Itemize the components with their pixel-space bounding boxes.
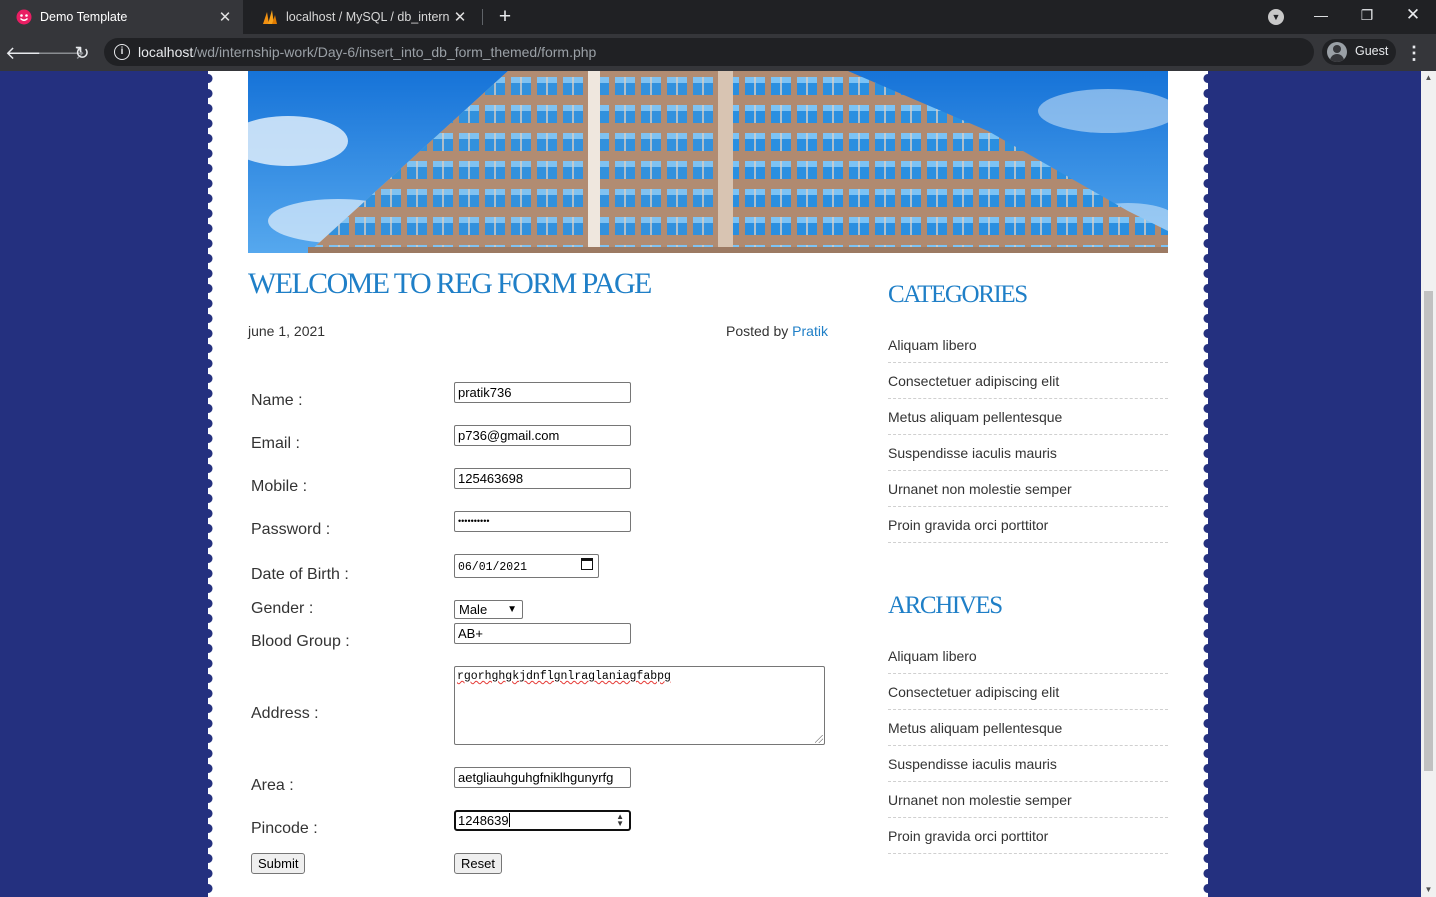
category-link[interactable]: Proin gravida orci porttitor xyxy=(888,508,1168,543)
page-scrollbar[interactable]: ▲ ▼ xyxy=(1421,71,1436,897)
chevron-down-icon: ▼ xyxy=(507,604,517,615)
author-link[interactable]: Pratik xyxy=(792,323,828,339)
category-link[interactable]: Consectetuer adipiscing elit xyxy=(888,364,1168,399)
content-paper: WELCOME TO REG FORM PAGE june 1, 2021 Po… xyxy=(202,71,1214,897)
avatar-icon xyxy=(1327,42,1347,62)
password-input[interactable]: •••••••••• xyxy=(454,511,631,532)
scroll-up-arrow-icon[interactable]: ▲ xyxy=(1421,71,1436,85)
forward-arrow-icon[interactable]: 🡒 xyxy=(37,40,85,66)
dob-label: Date of Birth : xyxy=(251,566,349,583)
archive-link[interactable]: Aliquam libero xyxy=(888,639,1168,674)
pincode-input[interactable]: 1248639 ▲ ▼ xyxy=(454,810,631,831)
name-label: Name : xyxy=(251,392,303,409)
archives-list: Aliquam libero Consectetuer adipiscing e… xyxy=(888,639,1168,855)
pincode-value: 1248639 xyxy=(458,813,509,828)
dob-date-input[interactable]: 06/01/2021 xyxy=(454,554,599,578)
back-arrow-icon[interactable]: 🡐 xyxy=(5,40,53,66)
address-bar[interactable]: i localhost/wd/internship-work/Day-6/ins… xyxy=(104,38,1314,66)
reload-icon[interactable]: ↻ xyxy=(69,40,95,66)
mobile-label: Mobile : xyxy=(251,478,308,495)
new-tab-plus-icon[interactable]: + xyxy=(493,5,517,29)
category-link[interactable]: Urnanet non molestie semper xyxy=(888,472,1168,507)
address-value: rgorhghgkjdnflgnlraglaniagfabpg xyxy=(457,670,671,683)
url-path: /wd/internship-work/Day-6/insert_into_db… xyxy=(193,44,597,60)
post-date: june 1, 2021 xyxy=(248,323,326,339)
calendar-icon[interactable] xyxy=(581,558,593,570)
password-label: Password : xyxy=(251,521,331,538)
tab-demo-template[interactable]: Demo Template ✕ xyxy=(0,0,243,34)
text-caret xyxy=(508,813,510,827)
archive-link[interactable]: Consectetuer adipiscing elit xyxy=(888,675,1168,710)
close-tab-icon[interactable]: ✕ xyxy=(215,8,235,26)
email-label: Email : xyxy=(251,435,300,452)
tab-title: localhost / MySQL / db_internship xyxy=(286,10,450,24)
archive-link[interactable]: Metus aliquam pellentesque xyxy=(888,711,1168,746)
minimize-window-icon[interactable]: — xyxy=(1298,0,1344,30)
address-textarea[interactable]: rgorhghgkjdnflgnlraglaniagfabpg xyxy=(454,666,825,745)
archive-link[interactable]: Suspendisse iaculis mauris xyxy=(888,747,1168,782)
archive-link[interactable]: Urnanet non molestie semper xyxy=(888,783,1168,818)
scrollbar-thumb[interactable] xyxy=(1424,291,1433,771)
blood-group-label: Blood Group : xyxy=(251,633,350,650)
resize-grip-icon[interactable] xyxy=(815,735,823,743)
url-text[interactable]: localhost/wd/internship-work/Day-6/inser… xyxy=(138,44,596,60)
address-label: Address : xyxy=(251,705,319,722)
dob-value: 06/01/2021 xyxy=(458,561,528,574)
posted-by-label: Posted by xyxy=(726,323,789,339)
browser-toolbar: 🡐 🡒 ↻ i localhost/wd/internship-work/Day… xyxy=(0,34,1436,71)
page-viewport: WELCOME TO REG FORM PAGE june 1, 2021 Po… xyxy=(0,71,1421,897)
category-link[interactable]: Suspendisse iaculis mauris xyxy=(888,436,1168,471)
restore-window-icon[interactable]: ❐ xyxy=(1344,0,1390,30)
page-title: WELCOME TO REG FORM PAGE xyxy=(248,267,652,300)
gender-label: Gender : xyxy=(251,600,314,617)
mobile-input[interactable]: 125463698 xyxy=(454,468,631,489)
email-input[interactable]: p736@gmail.com xyxy=(454,425,631,446)
gender-value: Male xyxy=(459,602,488,617)
post-author-line: Posted by Pratik xyxy=(726,323,828,339)
area-label: Area : xyxy=(251,777,294,794)
site-info-icon[interactable]: i xyxy=(114,44,130,60)
header-building-image xyxy=(248,71,1168,253)
blood-group-input[interactable]: AB+ xyxy=(454,623,631,644)
browser-tab-bar: Demo Template ✕ localhost / MySQL / db_i… xyxy=(0,0,1436,34)
tab-search-chevron-icon[interactable]: ▼ xyxy=(1268,9,1284,25)
site-favicon-icon xyxy=(16,9,32,25)
gender-select[interactable]: Male ▼ xyxy=(454,600,523,619)
profile-name: Guest xyxy=(1355,44,1389,58)
name-input[interactable]: pratik736 xyxy=(454,382,631,403)
reset-button[interactable]: Reset xyxy=(454,853,502,874)
number-spinner-icon[interactable]: ▲ ▼ xyxy=(616,813,624,828)
archives-heading: ARCHIVES xyxy=(888,592,1003,619)
more-menu-icon[interactable]: ⋮ xyxy=(1404,40,1424,66)
pincode-label: Pincode : xyxy=(251,820,318,837)
area-input[interactable]: aetgliauhguhgfniklhgunyrfg xyxy=(454,767,631,788)
phpmyadmin-favicon-icon xyxy=(263,10,277,24)
url-host: localhost xyxy=(138,44,194,60)
category-link[interactable]: Metus aliquam pellentesque xyxy=(888,400,1168,435)
tab-separator xyxy=(482,9,483,25)
archive-link[interactable]: Proin gravida orci porttitor xyxy=(888,819,1168,854)
category-link[interactable]: Aliquam libero xyxy=(888,328,1168,363)
submit-button[interactable]: Submit xyxy=(251,853,306,874)
tab-title: Demo Template xyxy=(40,10,128,24)
tab-phpmyadmin[interactable]: localhost / MySQL / db_internship ✕ xyxy=(246,0,478,34)
close-window-icon[interactable]: ✕ xyxy=(1390,0,1436,30)
profile-button[interactable]: Guest xyxy=(1322,39,1396,65)
categories-list: Aliquam libero Consectetuer adipiscing e… xyxy=(888,328,1168,544)
categories-heading: CATEGORIES xyxy=(888,281,1028,308)
scroll-down-arrow-icon[interactable]: ▼ xyxy=(1421,883,1436,897)
close-tab-icon[interactable]: ✕ xyxy=(450,8,470,26)
